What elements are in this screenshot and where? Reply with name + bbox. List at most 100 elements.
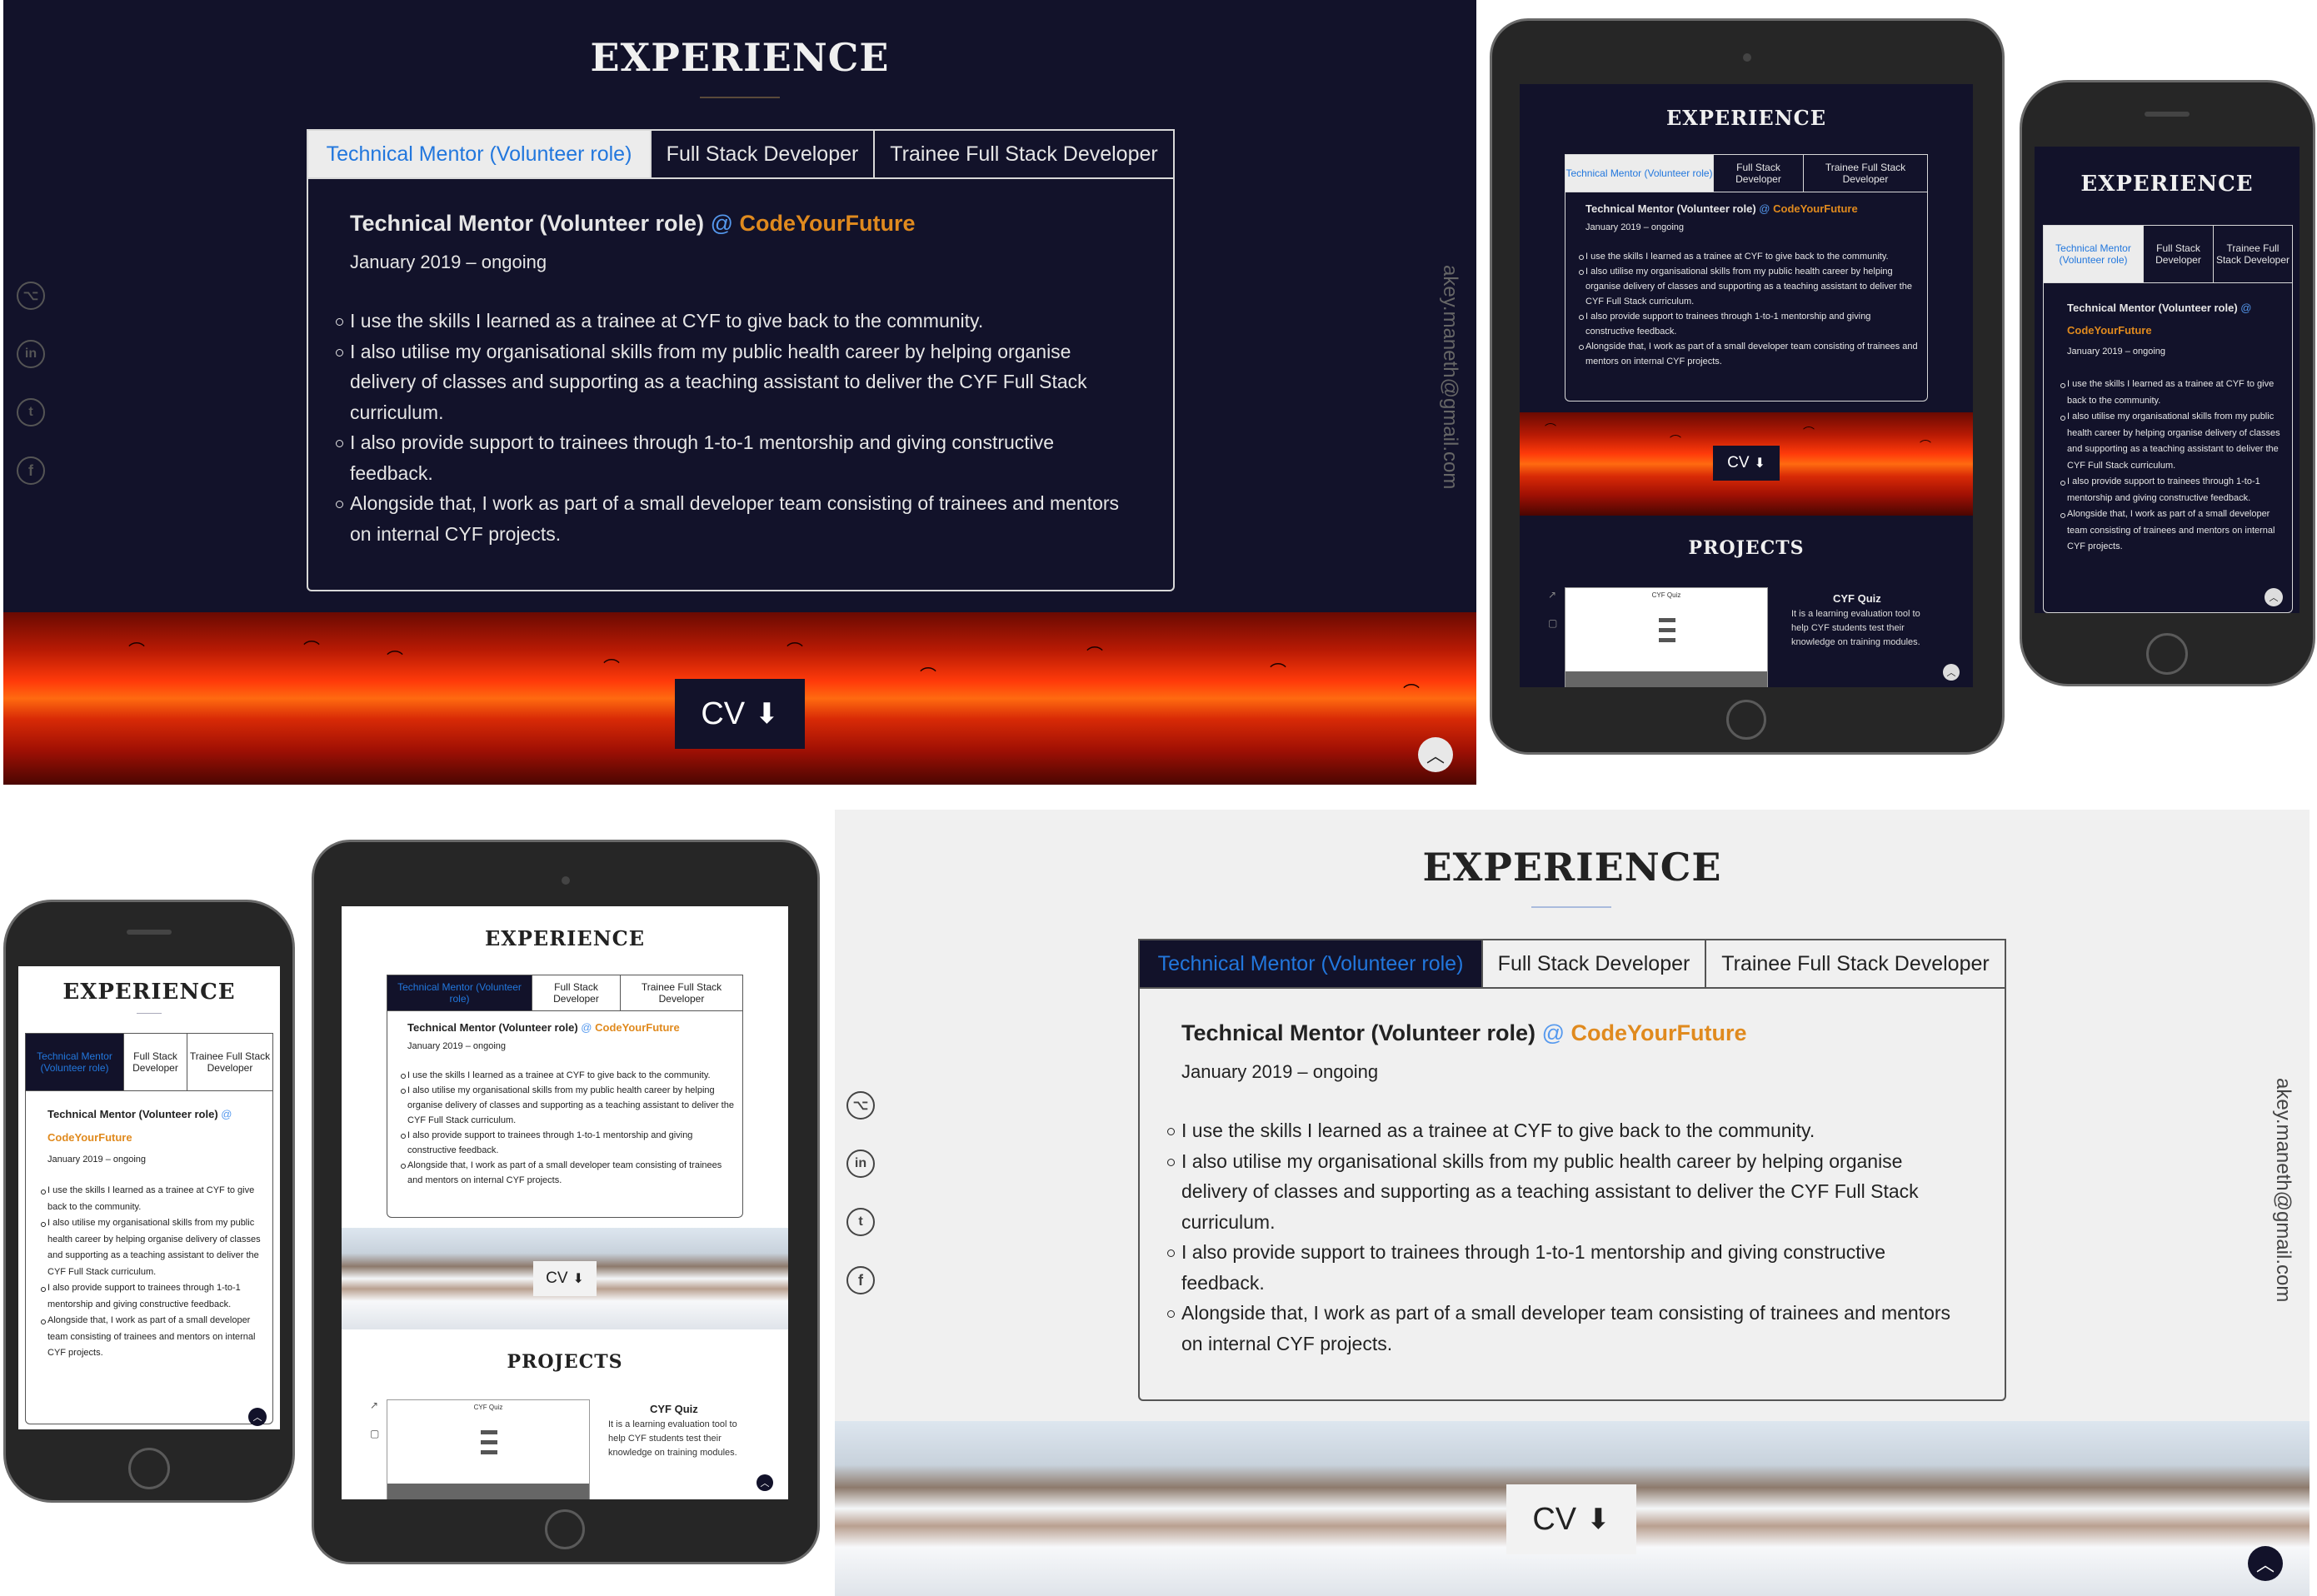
list-item: I also provide support to trainees throu… (2060, 474, 2280, 506)
external-link-icon[interactable]: ↗ (1548, 589, 1556, 601)
list-item: I also provide support to trainees throu… (1579, 309, 1922, 339)
job-dates: January 2019 – ongoing (47, 1155, 147, 1165)
bird-silhouette: ⌒ (1403, 684, 1420, 702)
bird-silhouette: ⌒ (603, 659, 620, 677)
at-sign: @ (2240, 302, 2252, 314)
github-icon[interactable]: ⌥ (846, 1091, 875, 1120)
chevron-up-icon: ︿ (760, 1479, 770, 1489)
cv-download-button[interactable]: CV ⬇ (1713, 446, 1780, 481)
company-link[interactable]: CodeYourFuture (1571, 1020, 1747, 1045)
at-sign: @ (1541, 1020, 1565, 1045)
phone-speaker (127, 930, 172, 935)
facebook-icon[interactable]: f (846, 1266, 875, 1294)
scroll-up-button[interactable]: ︿ (2248, 1546, 2283, 1581)
linkedin-icon[interactable]: in (17, 340, 45, 368)
tab-full-stack-developer[interactable]: Full Stack Developer (1483, 940, 1706, 987)
tablet-camera (1743, 53, 1751, 62)
code-icon[interactable]: ▢ (370, 1428, 379, 1439)
code-icon[interactable]: ▢ (1548, 617, 1557, 629)
linkedin-icon[interactable]: in (846, 1150, 875, 1178)
company-link[interactable]: CodeYourFuture (1773, 202, 1858, 215)
list-item: I also provide support to trainees throu… (1167, 1237, 1973, 1298)
bird-silhouette: ⌒ (303, 641, 320, 659)
cv-label: CV (701, 696, 746, 731)
list-item: I use the skills I learned as a trainee … (1579, 249, 1922, 264)
company-link[interactable]: CodeYourFuture (2067, 324, 2152, 337)
email-link[interactable]: akey.maneth@gmail.com (2271, 1078, 2295, 1302)
bird-silhouette: ⌒ (1270, 663, 1286, 681)
tab-technical-mentor[interactable]: Technical Mentor (Volunteer role) (387, 975, 532, 1010)
tab-trainee-full-stack[interactable]: Trainee Full Stack Developer (875, 131, 1173, 177)
tab-full-stack-developer[interactable]: Full Stack Developer (532, 975, 621, 1010)
twitter-icon[interactable]: t (17, 398, 45, 426)
cv-label: CV (1532, 1501, 1577, 1537)
page-title: EXPERIENCE (1665, 106, 1827, 130)
project-screenshot[interactable]: CYF Quiz (387, 1399, 590, 1499)
cv-download-button[interactable]: CV ⬇ (1506, 1484, 1636, 1554)
company-link[interactable]: CodeYourFuture (47, 1131, 132, 1144)
scroll-up-button[interactable]: ︿ (1418, 737, 1453, 772)
scroll-up-button[interactable]: ︿ (1943, 664, 1960, 681)
job-role: Technical Mentor (Volunteer role) (407, 1021, 578, 1034)
at-sign: @ (710, 211, 733, 236)
download-icon: ⬇ (572, 1272, 584, 1286)
projects-title: PROJECTS (507, 1351, 623, 1373)
email-link[interactable]: akey.maneth@gmail.com (1438, 265, 1461, 489)
experience-tabs: Technical Mentor (Volunteer role) Full S… (1138, 939, 2006, 989)
tab-full-stack-developer[interactable]: Full Stack Developer (2144, 226, 2214, 282)
page-title: EXPERIENCE (1422, 845, 1722, 890)
tab-full-stack-developer[interactable]: Full Stack Developer (652, 131, 875, 177)
list-item: I also utilise my organisational skills … (41, 1215, 261, 1280)
phone-home-button[interactable] (128, 1448, 170, 1489)
job-role: Technical Mentor (Volunteer role) (1585, 202, 1756, 215)
github-icon[interactable]: ⌥ (17, 282, 45, 310)
phone-home-button[interactable] (2146, 633, 2188, 675)
experience-card: Technical Mentor (Volunteer role) @ Code… (1565, 192, 1928, 401)
scroll-up-button[interactable]: ︿ (2265, 588, 2283, 606)
tab-trainee-full-stack[interactable]: Trainee Full Stack Developer (1804, 155, 1927, 192)
download-icon: ⬇ (1754, 456, 1765, 471)
tab-technical-mentor[interactable]: Technical Mentor (Volunteer role) (1140, 940, 1483, 987)
job-points: I use the skills I learned as a trainee … (2060, 377, 2280, 556)
external-link-icon[interactable]: ↗ (370, 1399, 378, 1411)
tab-full-stack-developer[interactable]: Full Stack Developer (124, 1034, 187, 1090)
bird-silhouette: ⌒ (128, 642, 145, 661)
cv-label: CV (546, 1269, 568, 1287)
tablet-home-button[interactable] (545, 1509, 585, 1549)
project-title: CYF Quiz (1833, 592, 1881, 605)
tab-technical-mentor[interactable]: Technical Mentor (Volunteer role) (308, 131, 652, 177)
list-item: I also utilise my organisational skills … (401, 1083, 739, 1128)
job-dates: January 2019 – ongoing (407, 1041, 507, 1051)
phone-dark-screen: EXPERIENCE Technical Mentor (Volunteer r… (2035, 147, 2300, 613)
bird-silhouette: ⌒ (786, 642, 803, 661)
list-item: Alongside that, I work as part of a smal… (2060, 506, 2280, 556)
tab-trainee-full-stack[interactable]: Trainee Full Stack Developer (187, 1034, 272, 1090)
list-item: Alongside that, I work as part of a smal… (1579, 339, 1922, 369)
tab-trainee-full-stack[interactable]: Trainee Full Stack Developer (621, 975, 742, 1010)
list-item: I use the skills I learned as a trainee … (2060, 377, 2280, 409)
tab-trainee-full-stack[interactable]: Trainee Full Stack Developer (2214, 226, 2292, 282)
twitter-icon[interactable]: t (846, 1208, 875, 1236)
tablet-home-button[interactable] (1726, 700, 1766, 740)
scroll-up-button[interactable]: ︿ (248, 1408, 267, 1426)
tab-technical-mentor[interactable]: Technical Mentor (Volunteer role) (26, 1034, 124, 1090)
tab-trainee-full-stack[interactable]: Trainee Full Stack Developer (1706, 940, 2005, 987)
tab-full-stack-developer[interactable]: Full Stack Developer (1714, 155, 1804, 192)
cv-download-button[interactable]: CV ⬇ (675, 679, 805, 749)
sunset-banner: ⌒ ⌒ ⌒ ⌒ CV ⬇ (1520, 412, 1973, 516)
facebook-icon[interactable]: f (17, 456, 45, 485)
tab-technical-mentor[interactable]: Technical Mentor (Volunteer role) (1565, 155, 1714, 192)
chevron-up-icon: ︿ (1426, 746, 1445, 766)
cv-download-button[interactable]: CV ⬇ (533, 1261, 597, 1296)
company-link[interactable]: CodeYourFuture (740, 211, 916, 236)
at-sign: @ (221, 1108, 232, 1120)
company-link[interactable]: CodeYourFuture (595, 1021, 680, 1034)
phone-speaker (2145, 112, 2190, 117)
page-title: EXPERIENCE (2080, 172, 2254, 197)
list-item: Alongside that, I work as part of a smal… (336, 488, 1141, 549)
list-item: I use the skills I learned as a trainee … (41, 1183, 261, 1215)
tab-technical-mentor[interactable]: Technical Mentor (Volunteer role) (2044, 226, 2144, 282)
scroll-up-button[interactable]: ︿ (757, 1474, 773, 1491)
phone-light-screen: EXPERIENCE Technical Mentor (Volunteer r… (18, 966, 280, 1429)
project-screenshot[interactable]: CYF Quiz (1565, 587, 1768, 687)
